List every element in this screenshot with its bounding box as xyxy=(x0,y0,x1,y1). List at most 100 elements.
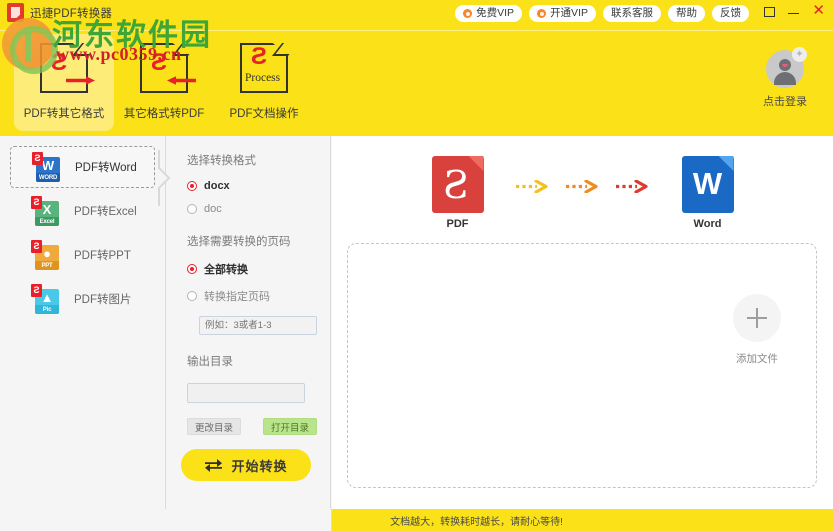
sidebar-item-pdf-to-excel[interactable]: X Excel Ƨ PDF转Excel xyxy=(10,190,155,232)
excel-file-icon: X Excel Ƨ xyxy=(31,196,60,226)
add-file-button[interactable]: 添加文件 xyxy=(722,294,792,366)
dotted-arrow-icon xyxy=(515,179,548,193)
main-content: Ƨ PDF W Word 添加文件 xyxy=(332,136,833,509)
sidebar-badge: WORD xyxy=(36,173,60,182)
tab-pdf-process[interactable]: Ƨ Process PDF文档操作 xyxy=(214,34,314,131)
format-option-doc[interactable]: doc xyxy=(187,203,316,215)
sidebar-item-pdf-to-word-label: PDF转Word xyxy=(75,162,137,174)
window-controls: ✕ xyxy=(764,3,825,18)
sidebar-item-pdf-to-word[interactable]: W WORD Ƨ PDF转Word xyxy=(10,146,155,188)
directory-button-row: 更改目录 打开目录 xyxy=(187,418,318,435)
page-range-input[interactable] xyxy=(199,316,317,335)
conversion-flow-illustration: Ƨ PDF W Word xyxy=(332,152,833,234)
application-window: 迅捷PDF转换器 免费VIP 开通VIP 联系客服 帮助 反馈 ✕ Ƨ PDF转… xyxy=(0,0,833,531)
header-divider xyxy=(0,30,833,31)
status-bar-left-spacer xyxy=(0,509,332,531)
page-option-all-label: 全部转换 xyxy=(204,264,248,276)
arrow-left-icon xyxy=(167,76,196,85)
sidebar-badge: Pic xyxy=(35,305,59,314)
nav-help-button[interactable]: 帮助 xyxy=(668,5,705,22)
nav-open-vip-label: 开通VIP xyxy=(550,7,588,20)
radio-icon xyxy=(187,264,197,274)
format-option-docx-label: docx xyxy=(204,180,230,192)
pdf-to-other-icon: Ƨ xyxy=(40,43,99,93)
tab-pdf-process-badge: Process xyxy=(245,72,281,84)
nav-contact-support-button[interactable]: 联系客服 xyxy=(603,5,661,22)
page-option-range[interactable]: 转换指定页码 xyxy=(187,288,316,304)
word-file-icon: W WORD Ƨ xyxy=(32,152,61,182)
start-convert-button[interactable]: 开始转换 xyxy=(181,449,311,481)
vip-badge-icon xyxy=(537,9,547,18)
tab-pdf-to-other[interactable]: Ƨ PDF转其它格式 xyxy=(14,34,114,131)
pdf-process-icon: Ƨ Process xyxy=(240,43,299,93)
sidebar-item-pdf-to-excel-label: PDF转Excel xyxy=(74,206,137,218)
output-section-title: 输出目录 xyxy=(187,356,233,368)
sidebar-item-pdf-to-image[interactable]: ▲ Pic Ƨ PDF转图片 xyxy=(10,278,155,320)
change-directory-button[interactable]: 更改目录 xyxy=(187,418,242,435)
nav-help-label: 帮助 xyxy=(676,7,697,20)
maximize-icon[interactable] xyxy=(764,6,776,17)
other-to-pdf-icon: Ƨ xyxy=(140,43,199,93)
star-badge-icon: ✦ xyxy=(792,47,807,62)
radio-icon xyxy=(187,181,197,191)
sidebar-badge: Excel xyxy=(35,217,59,226)
app-title: 迅捷PDF转换器 xyxy=(30,8,113,20)
nav-free-vip-label: 免费VIP xyxy=(476,7,515,20)
word-document-icon: W xyxy=(681,156,734,213)
format-option-docx[interactable]: docx xyxy=(187,180,316,192)
swap-arrows-icon xyxy=(205,458,223,472)
settings-panel: 选择转换格式 docx doc 选择需要转换的页码 全部转换 转换指定页码 输出… xyxy=(167,136,331,509)
radio-icon xyxy=(187,291,197,301)
output-directory-input[interactable] xyxy=(187,383,305,403)
nav-open-vip-button[interactable]: 开通VIP xyxy=(529,5,596,22)
format-section-title: 选择转换格式 xyxy=(187,155,256,167)
open-directory-button[interactable]: 打开目录 xyxy=(263,418,318,435)
account-login-button[interactable]: ✦ 点击登录 xyxy=(754,47,816,109)
format-option-doc-label: doc xyxy=(204,203,222,215)
title-bar: 迅捷PDF转换器 免费VIP 开通VIP 联系客服 帮助 反馈 ✕ xyxy=(0,0,833,26)
nav-free-vip-button[interactable]: 免费VIP xyxy=(455,5,523,22)
flow-arrows xyxy=(515,179,651,193)
pdf-document-icon: Ƨ xyxy=(431,156,484,213)
pages-section-title: 选择需要转换的页码 xyxy=(187,236,291,248)
conversion-sidebar: W WORD Ƨ PDF转Word X Excel Ƨ PDF转Excel ● … xyxy=(0,136,171,509)
add-file-label: 添加文件 xyxy=(736,353,778,365)
flow-target: W Word xyxy=(673,156,743,230)
nav-feedback-button[interactable]: 反馈 xyxy=(712,5,749,22)
top-nav: 免费VIP 开通VIP 联系客服 帮助 反馈 xyxy=(455,5,749,22)
page-option-range-label: 转换指定页码 xyxy=(204,291,270,303)
minimize-icon[interactable] xyxy=(788,12,800,14)
dotted-arrow-icon xyxy=(615,179,648,193)
tab-other-to-pdf[interactable]: Ƨ 其它格式转PDF xyxy=(114,34,214,131)
chevron-right-icon[interactable] xyxy=(158,150,173,206)
vip-badge-icon xyxy=(463,9,473,18)
body-area: W WORD Ƨ PDF转Word X Excel Ƨ PDF转Excel ● … xyxy=(0,136,833,509)
dotted-arrow-icon xyxy=(565,179,598,193)
nav-feedback-label: 反馈 xyxy=(720,7,741,20)
app-logo-icon xyxy=(7,3,24,22)
ppt-file-icon: ● PPT Ƨ xyxy=(31,240,60,270)
nav-contact-support-label: 联系客服 xyxy=(611,7,653,20)
file-dropzone[interactable]: 添加文件 xyxy=(347,243,817,488)
pdf-ribbon-icon: Ƨ xyxy=(31,196,42,209)
sidebar-item-pdf-to-ppt-label: PDF转PPT xyxy=(74,250,131,262)
radio-icon xyxy=(187,204,197,214)
sidebar-badge: PPT xyxy=(35,261,59,270)
arrow-right-icon xyxy=(66,76,95,85)
user-avatar-icon: ✦ xyxy=(766,47,807,88)
app-header: 迅捷PDF转换器 免费VIP 开通VIP 联系客服 帮助 反馈 ✕ Ƨ PDF转… xyxy=(0,0,833,136)
image-file-icon: ▲ Pic Ƨ xyxy=(31,284,60,314)
tab-pdf-process-label: PDF文档操作 xyxy=(229,108,299,120)
page-option-all[interactable]: 全部转换 xyxy=(187,261,316,277)
close-icon[interactable]: ✕ xyxy=(812,3,825,18)
account-login-label: 点击登录 xyxy=(763,96,807,108)
flow-target-label: Word xyxy=(693,218,722,230)
sidebar-item-pdf-to-image-label: PDF转图片 xyxy=(74,294,132,306)
tab-other-to-pdf-label: 其它格式转PDF xyxy=(123,108,205,120)
sidebar-item-pdf-to-ppt[interactable]: ● PPT Ƨ PDF转PPT xyxy=(10,234,155,276)
main-tab-bar: Ƨ PDF转其它格式 Ƨ 其它格式转PDF Ƨ Process PDF文档操作 xyxy=(14,34,314,131)
plus-circle-icon xyxy=(733,294,781,342)
pdf-ribbon-icon: Ƨ xyxy=(32,152,43,165)
flow-source: Ƨ PDF xyxy=(423,156,493,230)
tab-pdf-to-other-label: PDF转其它格式 xyxy=(23,108,105,120)
